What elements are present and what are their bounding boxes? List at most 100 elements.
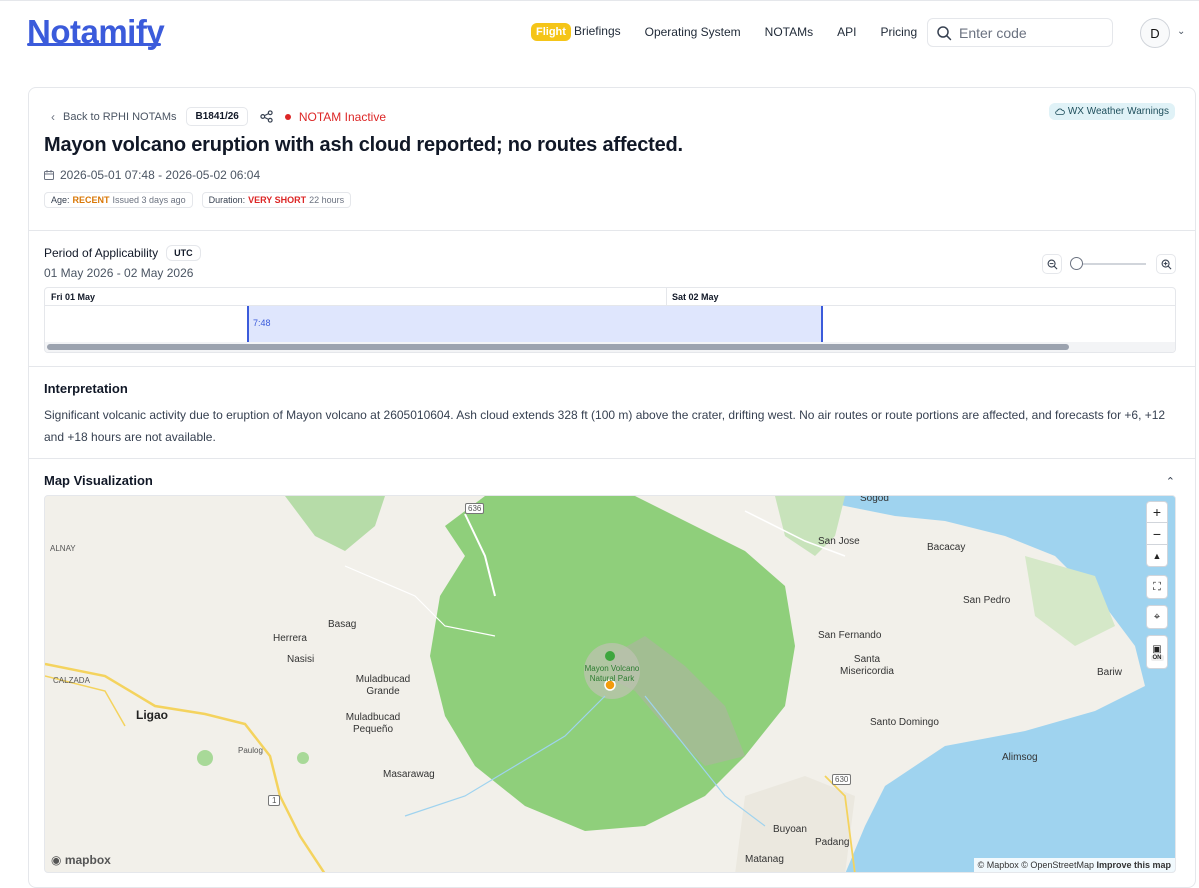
map-place-label: Bacacay: [927, 542, 966, 553]
share-icon[interactable]: [260, 110, 273, 123]
map-layers-toggle[interactable]: ▣ ON: [1146, 635, 1168, 669]
weather-warnings-badge[interactable]: WX Weather Warnings: [1048, 103, 1175, 120]
zoom-out-icon[interactable]: [1042, 254, 1062, 274]
compass-icon[interactable]: ▲: [1146, 545, 1168, 567]
section-divider: [29, 458, 1195, 459]
route-shield: 630: [832, 774, 852, 785]
nav-api[interactable]: API: [837, 25, 856, 39]
logo-underline: [27, 43, 161, 46]
period-range: 01 May 2026 - 02 May 2026: [44, 266, 194, 280]
map-place-label: Padang: [815, 837, 850, 848]
mapbox-logo-text: mapbox: [64, 853, 111, 867]
attribution-osm[interactable]: © OpenStreetMap: [1021, 860, 1094, 870]
nav-pricing[interactable]: Pricing: [880, 25, 917, 39]
map-place-label: Nasisi: [287, 654, 315, 665]
nav-flight-briefings[interactable]: Flight Briefings: [531, 23, 621, 41]
validity-dates-text: 2026-05-01 07:48 - 2026-05-02 06:04: [60, 168, 261, 182]
improve-map-link[interactable]: Improve this map: [1096, 860, 1171, 870]
chevron-left-icon: ‹: [51, 109, 55, 124]
locate-icon[interactable]: ⌖: [1146, 605, 1168, 629]
map-heading: Map Visualization: [44, 473, 153, 488]
code-search: [927, 18, 1113, 47]
map-place-label: Bariw: [1097, 667, 1123, 678]
duration-label: Duration:: [208, 195, 246, 205]
chevron-down-icon[interactable]: ⌄: [1177, 26, 1185, 37]
duration-badge: Duration: VERY SHORT 22 hours: [201, 192, 352, 208]
age-value: RECENT: [72, 195, 110, 205]
age-badge: Age: RECENT Issued 3 days ago: [44, 192, 193, 208]
timeline-day-2: Sat 02 May: [672, 292, 719, 302]
age-detail: Issued 3 days ago: [112, 195, 186, 205]
route-shield: 636: [465, 503, 485, 514]
nav-operating-system[interactable]: Operating System: [645, 25, 741, 39]
timeline-zoom-controls: [1042, 254, 1176, 274]
map-place-label: Basag: [328, 619, 357, 630]
map-icon: ▣: [1152, 643, 1162, 655]
search-input[interactable]: [959, 24, 1099, 41]
map-place-label: Sogod: [860, 495, 889, 504]
map-place-label: Paulog: [238, 746, 263, 755]
breadcrumb: ‹ Back to RPHI NOTAMs B1841/26 NOTAM Ina…: [51, 107, 386, 126]
map-controls: + − ▲ ⛶ ⌖ ▣ ON: [1146, 501, 1168, 669]
timezone-badge[interactable]: UTC: [166, 245, 201, 261]
map-place-label: Matanag: [745, 854, 784, 865]
map-place-label: Alimsog: [1002, 752, 1038, 763]
map-place-label: Ligao: [136, 708, 168, 722]
period-heading: Period of Applicability UTC: [44, 245, 201, 261]
map-place-label: ALNAY: [50, 544, 76, 553]
timeline-zoom-slider[interactable]: [1070, 257, 1146, 270]
interpretation-heading: Interpretation: [44, 381, 128, 396]
section-divider: [29, 230, 1195, 231]
map-place-label: Muladbucad Pequeño: [345, 712, 401, 735]
notam-detail-card: ‹ Back to RPHI NOTAMs B1841/26 NOTAM Ina…: [28, 87, 1196, 888]
timeline-header: Fri 01 May Sat 02 May: [45, 288, 1175, 306]
calendar-icon: [44, 170, 54, 180]
period-title: Period of Applicability: [44, 246, 159, 260]
park-label: Mayon Volcano Natural Park: [584, 664, 640, 683]
slider-knob[interactable]: [1070, 257, 1083, 270]
search-icon: [937, 25, 952, 40]
layers-on-label: ON: [1150, 654, 1164, 661]
back-button[interactable]: ‹ Back to RPHI NOTAMs: [51, 110, 176, 124]
nav-notams[interactable]: NOTAMs: [765, 25, 813, 39]
map-place-label: Herrera: [273, 633, 307, 644]
mapbox-logo-icon: ◉: [51, 853, 62, 867]
map-place-label: San Jose: [818, 536, 860, 547]
notam-meta-badges: Age: RECENT Issued 3 days ago Duration: VER…: [44, 192, 360, 208]
zoom-in-icon[interactable]: [1156, 254, 1176, 274]
map-canvas[interactable]: Sogod San Jose Bacacay ALNAY San Pedro H…: [44, 495, 1176, 873]
map-place-label: Buyoan: [773, 824, 807, 835]
map-zoom-out-button[interactable]: −: [1146, 523, 1168, 545]
status-dot: [284, 113, 291, 120]
active-period-start: 7:48: [253, 318, 271, 328]
map-place-label: Muladbucad Grande: [355, 674, 411, 697]
validity-dates: 2026-05-01 07:48 - 2026-05-02 06:04: [44, 168, 260, 182]
status-label: NOTAM Inactive: [298, 109, 386, 124]
weather-warnings-label: WX Weather Warnings: [1067, 106, 1169, 117]
map-place-label: Santo Domingo: [870, 717, 939, 728]
chevron-up-icon[interactable]: ⌃: [1166, 475, 1175, 488]
duration-value: VERY SHORT: [248, 195, 307, 205]
map-place-label: Santa Misericordia: [840, 654, 894, 677]
map-place-label: Masarawag: [383, 769, 435, 780]
map-place-label: San Fernando: [818, 630, 882, 641]
cloud-icon: [1055, 108, 1065, 115]
flight-badge: Flight: [531, 23, 571, 41]
map-zoom-in-button[interactable]: +: [1146, 501, 1168, 523]
map-attribution: © Mapbox © OpenStreetMap Improve this ma…: [973, 858, 1175, 872]
duration-detail: 22 hours: [309, 195, 345, 205]
timeline-scrollbar[interactable]: [45, 342, 1175, 352]
attribution-mapbox[interactable]: © Mapbox: [978, 860, 1019, 870]
user-avatar[interactable]: D: [1140, 18, 1170, 48]
applicability-timeline[interactable]: Fri 01 May Sat 02 May 7:48: [44, 287, 1176, 353]
interpretation-text: Significant volcanic activity due to eru…: [44, 408, 1166, 444]
route-shield: 1: [268, 795, 281, 806]
notam-title: Mayon volcano eruption with ash cloud re…: [44, 134, 683, 156]
mapbox-logo[interactable]: ◉ mapbox: [51, 853, 111, 867]
map-place-label: San Pedro: [963, 595, 1011, 606]
scrollbar-thumb[interactable]: [47, 344, 1069, 350]
back-label: Back to RPHI NOTAMs: [63, 110, 177, 123]
fullscreen-icon[interactable]: ⛶: [1146, 575, 1168, 599]
active-period-bar[interactable]: 7:48: [247, 306, 823, 342]
top-navigation-bar: Notamify Flight Briefings Operating Syste…: [0, 0, 1199, 64]
